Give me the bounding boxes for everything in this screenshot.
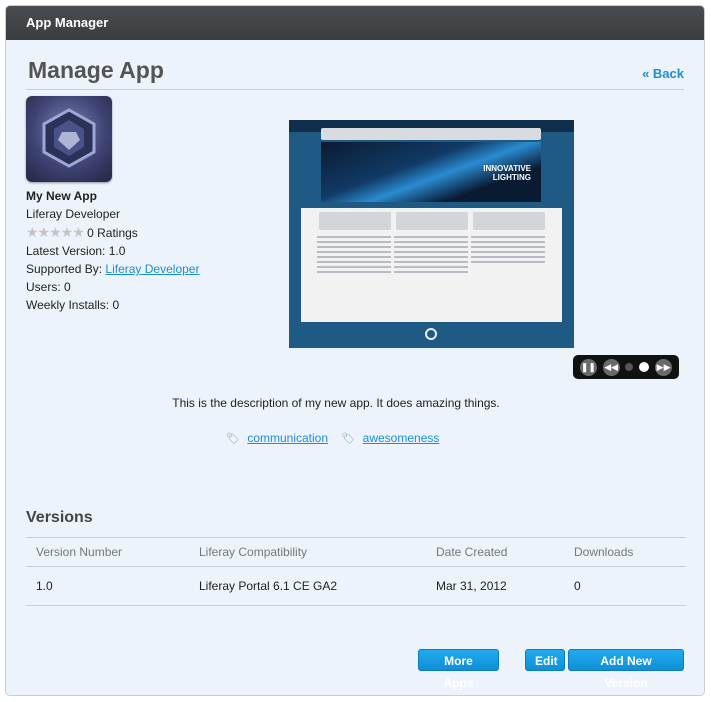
screenshot-banner-text: INNOVATIVE LIGHTING — [483, 164, 531, 182]
column-header[interactable]: Liferay Compatibility — [189, 537, 426, 567]
table-cell: Liferay Portal 6.1 CE GA2 — [189, 566, 426, 606]
screenshot-text-column — [394, 236, 468, 276]
tag-icon: 🏷 — [341, 433, 356, 445]
previous-icon[interactable]: ◀◀ — [602, 358, 620, 376]
column-header[interactable]: Version Number — [26, 537, 189, 567]
table-cell: 1.0 — [26, 566, 189, 606]
app-developer: Liferay Developer — [26, 207, 121, 221]
supported-by-row: Supported By: Liferay Developer — [26, 260, 199, 278]
users-count: Users: 0 — [26, 280, 71, 294]
screenshot-feature — [473, 212, 545, 230]
screenshot-nav — [321, 128, 541, 140]
tag-item: 🏷 communication — [226, 431, 331, 445]
tag-link[interactable]: communication — [247, 431, 328, 445]
screenshot-footer — [289, 322, 574, 348]
column-header[interactable]: Date Created — [426, 537, 564, 567]
app-description: This is the description of my new app. I… — [172, 396, 500, 410]
versions-table: Version Number Liferay Compatibility Dat… — [26, 537, 686, 606]
table-header-row: Version Number Liferay Compatibility Dat… — [26, 537, 686, 567]
app-screenshot[interactable]: INNOVATIVE LIGHTING — [289, 120, 574, 348]
table-row[interactable]: 1.0 Liferay Portal 6.1 CE GA2 Mar 31, 20… — [26, 566, 686, 606]
slide-dot-1[interactable] — [625, 363, 634, 371]
tag-item: 🏷 awesomeness — [341, 431, 439, 445]
portlet-title: App Manager — [6, 6, 704, 40]
more-apps-button[interactable]: More Apps — [418, 649, 499, 690]
versions-heading: Versions — [26, 509, 93, 526]
pause-icon[interactable]: ❚❚ — [579, 358, 597, 376]
rating-stars-icon[interactable]: ★★★★★ — [26, 223, 85, 241]
app-icon — [26, 96, 112, 182]
screenshot-text-column — [471, 236, 545, 266]
page-title: Manage App — [28, 57, 164, 83]
app-logo-icon — [42, 108, 96, 168]
app-manager-portlet: App Manager Manage App « Back My New App… — [5, 5, 705, 696]
slide-dot-2[interactable] — [639, 362, 650, 372]
banner-text-1: INNOVATIVE — [483, 164, 531, 173]
column-header[interactable]: Downloads — [564, 537, 686, 567]
tag-list: 🏷 communication 🏷 awesomeness — [226, 431, 449, 445]
back-link[interactable]: « Back — [642, 66, 684, 81]
ratings-count: 0 Ratings — [87, 226, 138, 240]
table-cell: 0 — [564, 566, 686, 606]
screenshot-body — [301, 208, 562, 322]
page-header: Manage App « Back — [26, 40, 684, 90]
table-cell: Mar 31, 2012 — [426, 566, 564, 606]
app-info: My New App Liferay Developer ★★★★★ 0 Rat… — [26, 187, 199, 314]
screenshot-feature — [396, 212, 468, 230]
slideshow-controls: ❚❚ ◀◀ ▶▶ — [573, 355, 679, 379]
screenshot-logo-icon — [425, 328, 437, 340]
app-name: My New App — [26, 189, 97, 203]
supported-by-label: Supported By: — [26, 262, 103, 276]
add-new-version-button[interactable]: Add New Version — [568, 649, 684, 690]
rating-row: ★★★★★ 0 Ratings — [26, 223, 199, 242]
screenshot-text-column — [317, 236, 391, 276]
banner-text-2: LIGHTING — [492, 173, 531, 182]
screenshot-feature — [319, 212, 391, 230]
supported-by-link[interactable]: Liferay Developer — [105, 262, 199, 276]
latest-version: Latest Version: 1.0 — [26, 244, 126, 258]
edit-button[interactable]: Edit — [525, 649, 565, 671]
next-icon[interactable]: ▶▶ — [655, 358, 673, 376]
tag-link[interactable]: awesomeness — [363, 431, 440, 445]
weekly-installs: Weekly Installs: 0 — [26, 298, 120, 312]
content-area: Manage App « Back — [6, 40, 704, 90]
tag-icon: 🏷 — [226, 433, 240, 445]
screenshot-banner: INNOVATIVE LIGHTING — [321, 142, 541, 202]
